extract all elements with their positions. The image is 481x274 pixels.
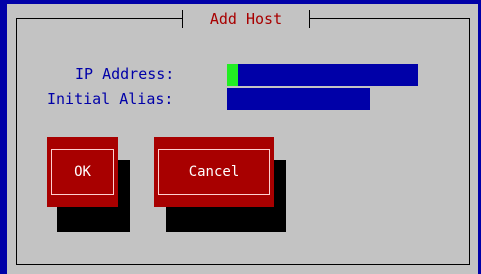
add-host-dialog: Add Host IP Address: Initial Alias: OK C… <box>7 4 478 274</box>
dialog-title: Add Host <box>209 10 283 28</box>
text-cursor <box>227 64 238 86</box>
cancel-button[interactable]: Cancel <box>154 137 274 207</box>
dialog-border-top-left <box>16 18 182 19</box>
dialog-border-right <box>469 18 470 264</box>
ok-button-label: OK <box>51 149 114 195</box>
cancel-button-label: Cancel <box>158 149 270 195</box>
dialog-border-left <box>16 18 17 264</box>
dialog-border-top-right <box>310 18 470 19</box>
ip-address-field[interactable] <box>227 64 418 86</box>
initial-alias-label: Initial Alias: <box>47 90 174 108</box>
screen-edge-left <box>0 0 7 274</box>
initial-alias-field[interactable] <box>227 88 370 110</box>
dialog-border-bottom <box>16 264 470 265</box>
title-divider-right <box>309 10 310 28</box>
ip-address-label: IP Address: <box>75 65 175 83</box>
ok-button[interactable]: OK <box>47 137 118 207</box>
